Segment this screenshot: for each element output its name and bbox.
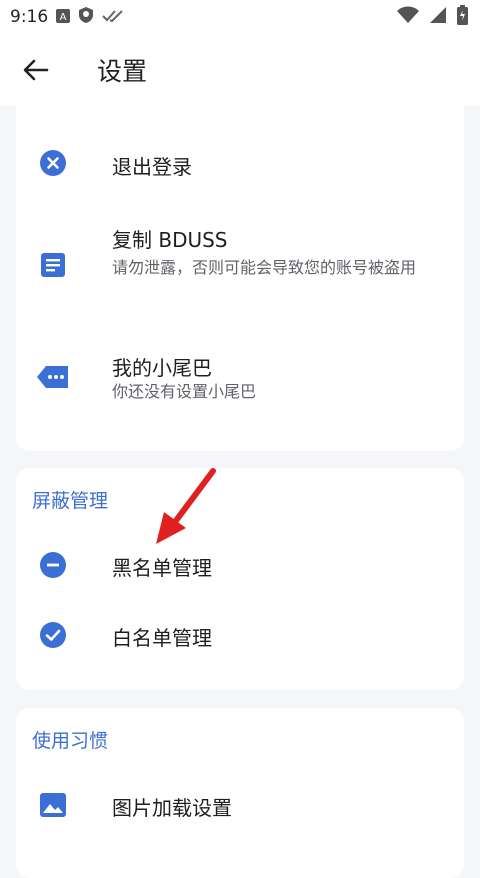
my-tail-title: 我的小尾巴 (112, 356, 212, 380)
wifi-icon (397, 6, 419, 28)
minus-circle-icon (38, 550, 68, 580)
my-tail-subtitle: 你还没有设置小尾巴 (112, 382, 257, 401)
a-badge-icon: A (56, 8, 71, 27)
image-icon (38, 790, 68, 820)
image-loading-title: 图片加载设置 (112, 796, 232, 820)
copy-bduss-subtitle: 请勿泄露，否则可能会导致您的账号被盗用 (112, 258, 417, 277)
document-icon (38, 250, 68, 280)
arrow-left-icon (23, 59, 49, 81)
block-card: 屏蔽管理 黑名单管理 白名单管理 (16, 468, 464, 690)
page-title: 设置 (97, 57, 148, 86)
image-loading-item[interactable]: 图片加载设置 (16, 774, 464, 834)
close-circle-icon (38, 148, 68, 178)
status-left: 9:16 A (10, 6, 124, 28)
whitelist-item[interactable]: 白名单管理 (16, 604, 464, 664)
back-button[interactable] (18, 54, 54, 86)
shield-icon (78, 6, 94, 28)
block-section-title: 屏蔽管理 (32, 490, 109, 512)
status-right (397, 5, 468, 29)
copy-bduss-item[interactable]: 复制 BDUSS 请勿泄露，否则可能会导致您的账号被盗用 (16, 212, 464, 312)
habit-card: 使用习惯 图片加载设置 (16, 708, 464, 878)
account-card: 退出登录 复制 BDUSS 请勿泄露，否则可能会导致您的账号被盗用 我的小尾巴 … (16, 92, 464, 451)
signal-icon (429, 6, 447, 28)
copy-bduss-title: 复制 BDUSS (112, 228, 228, 252)
battery-charging-icon (457, 5, 468, 29)
tag-icon (36, 362, 70, 392)
status-bar: 9:16 A (0, 0, 480, 34)
check-circle-icon (38, 620, 68, 650)
logout-item[interactable]: 退出登录 (16, 122, 464, 202)
habit-section-title: 使用习惯 (32, 730, 109, 752)
status-time: 9:16 (10, 7, 49, 27)
my-tail-item[interactable]: 我的小尾巴 你还没有设置小尾巴 (16, 342, 464, 422)
blacklist-item[interactable]: 黑名单管理 (16, 534, 464, 594)
svg-text:A: A (60, 12, 67, 23)
blacklist-title: 黑名单管理 (112, 556, 212, 580)
logout-title: 退出登录 (112, 155, 192, 179)
double-check-icon (102, 8, 124, 27)
whitelist-title: 白名单管理 (112, 626, 212, 650)
